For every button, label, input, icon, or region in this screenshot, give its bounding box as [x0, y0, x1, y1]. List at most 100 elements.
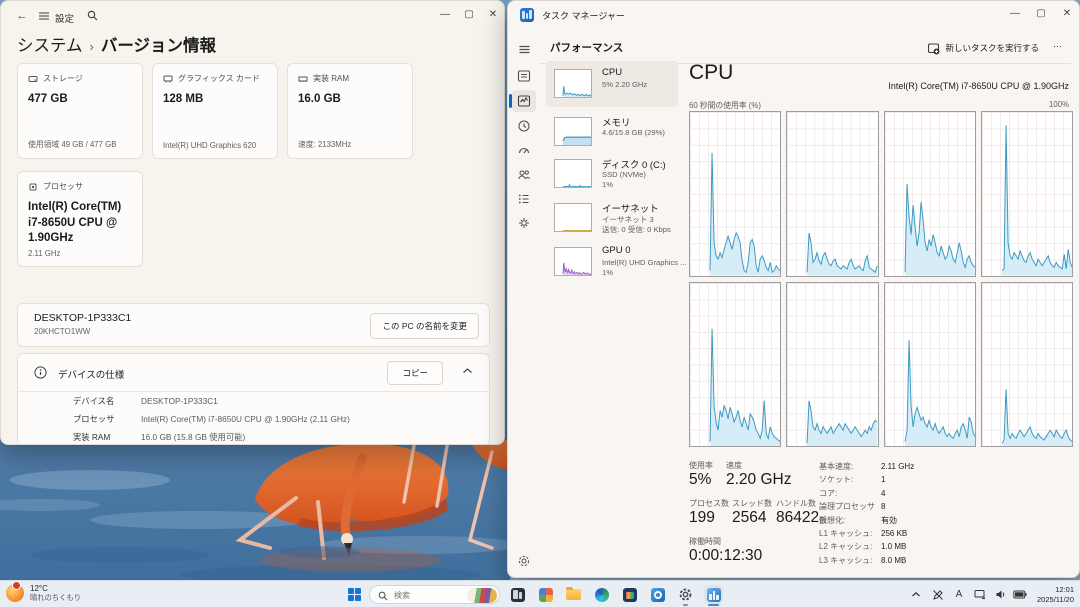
- tab-startup-apps[interactable]: [512, 140, 536, 162]
- storage-icon: [28, 74, 38, 84]
- tab-services[interactable]: [512, 212, 536, 234]
- device-spec-title: デバイスの仕様: [58, 367, 124, 381]
- photos-button[interactable]: [536, 585, 555, 604]
- processor-value: Intel(R) Core(TM) i7-8650U CPU @ 1.90GHz: [28, 200, 132, 247]
- start-button[interactable]: [345, 585, 364, 604]
- start-icon: [348, 588, 362, 602]
- minimize-button[interactable]: —: [435, 7, 455, 24]
- tm-minimize-button[interactable]: —: [1005, 6, 1025, 23]
- ram-value: 16.0 GB: [298, 92, 402, 108]
- cpu-icon: [28, 182, 38, 192]
- graphics-value: 128 MB: [163, 92, 267, 108]
- spec-row-ram: 実装 RAM16.0 GB (15.8 GB 使用可能): [18, 428, 489, 445]
- perf-item-ethernet[interactable]: イーサネット イーサネット 3 送信: 0 受信: 0 Kbps: [546, 195, 678, 239]
- tab-processes[interactable]: [512, 65, 536, 87]
- device-spec-rows: デバイス名DESKTOP-1P333C1 プロセッサIntel(R) Core(…: [18, 391, 489, 445]
- memory-thumbnail-chart: [554, 117, 592, 146]
- taskmanager-titlebar: タスク マネージャー — ▢ ✕: [508, 1, 1079, 29]
- search-icon[interactable]: [85, 10, 99, 24]
- usage-value: 5%: [689, 471, 711, 489]
- file-explorer-button[interactable]: [564, 585, 583, 604]
- spec-row-processor: プロセッサIntel(R) Core(TM) i7-8650U CPU @ 1.…: [18, 410, 489, 428]
- search-input[interactable]: [394, 588, 464, 602]
- stat-logical-processors: 論理プロセッサ数:8: [819, 500, 914, 513]
- stat-base-speed: 基本速度:2.11 GHz: [819, 460, 914, 473]
- taskmanager-title: タスク マネージャー: [542, 9, 625, 22]
- ram-detail: 速度: 2133MHz: [298, 139, 351, 150]
- close-button[interactable]: ✕: [483, 7, 503, 24]
- chart-caption: 60 秒間の使用率 (%): [689, 100, 761, 111]
- tm-settings-gear-icon[interactable]: [512, 550, 536, 572]
- taskbar-clock[interactable]: 12:01 2025/11/20: [1037, 585, 1074, 604]
- spec-row-device-name: デバイス名DESKTOP-1P333C1: [18, 392, 489, 410]
- cpu-core-chart-5: [786, 282, 878, 448]
- tab-performance[interactable]: [512, 90, 536, 112]
- run-new-task-button[interactable]: 新しいタスクを実行する: [927, 39, 1039, 57]
- perf-item-disk[interactable]: ディスク 0 (C:) SSD (NVMe) 1%: [546, 151, 678, 195]
- taskview-button[interactable]: [508, 585, 527, 604]
- store-button[interactable]: [620, 585, 639, 604]
- stat-l2-cache: L2 キャッシュ:1.0 MB: [819, 540, 914, 553]
- tm-maximize-button[interactable]: ▢: [1031, 6, 1051, 23]
- tab-details[interactable]: [512, 188, 536, 210]
- edge-button[interactable]: [592, 585, 611, 604]
- clock-time: 12:01: [1037, 585, 1074, 595]
- storage-value: 477 GB: [28, 92, 132, 108]
- cpu-core-chart-0: [689, 111, 781, 277]
- copy-button[interactable]: コピー: [387, 361, 443, 385]
- performance-page-title: パフォーマンス: [550, 40, 623, 55]
- settings-window: ← 設定 — ▢ ✕ システム›バージョン情報 ストレージ 477 GB 使用領…: [0, 0, 505, 445]
- settings-titlebar: ← 設定 — ▢ ✕: [1, 1, 504, 31]
- more-options-button[interactable]: …: [1053, 39, 1063, 49]
- maximize-button[interactable]: ▢: [459, 7, 479, 24]
- rename-pc-button[interactable]: この PC の名前を変更: [370, 313, 479, 339]
- outlook-button[interactable]: [648, 585, 667, 604]
- pen-icon[interactable]: [930, 587, 946, 602]
- weather-widget[interactable]: 12°C 晴れのちくもり: [6, 584, 81, 602]
- volume-icon[interactable]: [992, 587, 1008, 602]
- settings-taskbar-button[interactable]: [676, 585, 695, 604]
- tab-app-history[interactable]: [512, 115, 536, 137]
- speed-label: 速度: [726, 460, 742, 471]
- processor-card: プロセッサ Intel(R) Core(TM) i7-8650U CPU @ 1…: [17, 171, 143, 267]
- processor-detail: 2.11 GHz: [28, 249, 60, 258]
- back-icon[interactable]: ←: [15, 10, 29, 24]
- nav-menu-icon[interactable]: [37, 10, 51, 24]
- photos-icon: [539, 588, 553, 602]
- chart-max-label: 100%: [1049, 100, 1069, 109]
- storage-card: ストレージ 477 GB 使用領域 49 GB / 477 GB: [17, 63, 143, 159]
- breadcrumb-separator: ›: [90, 39, 94, 54]
- device-spec-card: デバイスの仕様 コピー デバイス名DESKTOP-1P333C1 プロセッサIn…: [17, 353, 490, 445]
- battery-icon[interactable]: [1012, 587, 1028, 602]
- taskmanager-taskbar-button[interactable]: [704, 585, 723, 604]
- search-box[interactable]: [369, 585, 500, 604]
- graphics-detail: Intel(R) UHD Graphics 620: [163, 141, 256, 150]
- stat-l3-cache: L3 キャッシュ:8.0 MB: [819, 554, 914, 567]
- speed-value: 2.20 GHz: [726, 471, 791, 489]
- explorer-icon: [566, 589, 581, 600]
- stat-virtualization: 仮想化:有効: [819, 514, 914, 527]
- cpu-core-chart-3: [981, 111, 1073, 277]
- perf-item-gpu[interactable]: GPU 0 Intel(R) UHD Graphics ... 1%: [546, 239, 678, 283]
- chevron-up-icon[interactable]: [462, 367, 473, 375]
- tray-chevron-up-icon[interactable]: [908, 587, 924, 602]
- search-highlight-image[interactable]: [467, 588, 497, 603]
- breadcrumb-system[interactable]: システム: [17, 37, 83, 55]
- cpu-core-chart-2: [884, 111, 976, 277]
- ram-card: 実装 RAM 16.0 GB 速度: 2133MHz: [287, 63, 413, 159]
- perf-item-cpu[interactable]: CPU 5% 2.20 GHz: [546, 61, 678, 107]
- breadcrumb: システム›バージョン情報: [17, 32, 216, 56]
- display-cast-icon[interactable]: [972, 587, 988, 602]
- perf-item-memory[interactable]: メモリ 4.6/15.8 GB (29%): [546, 109, 678, 151]
- tm-nav-menu-icon[interactable]: [512, 38, 536, 60]
- stat-sockets: ソケット:1: [819, 473, 914, 486]
- ime-mode-indicator[interactable]: A: [951, 587, 967, 602]
- processes-label: プロセス数: [689, 498, 729, 509]
- stat-l1-cache: L1 キャッシュ:256 KB: [819, 527, 914, 540]
- cpu-heading: CPU: [689, 61, 733, 85]
- gpu-thumbnail-chart: [554, 247, 592, 276]
- tab-users[interactable]: [512, 164, 536, 186]
- cpu-core-chart-7: [981, 282, 1073, 448]
- tm-close-button[interactable]: ✕: [1057, 6, 1077, 23]
- cpu-core-grid: [689, 111, 1073, 447]
